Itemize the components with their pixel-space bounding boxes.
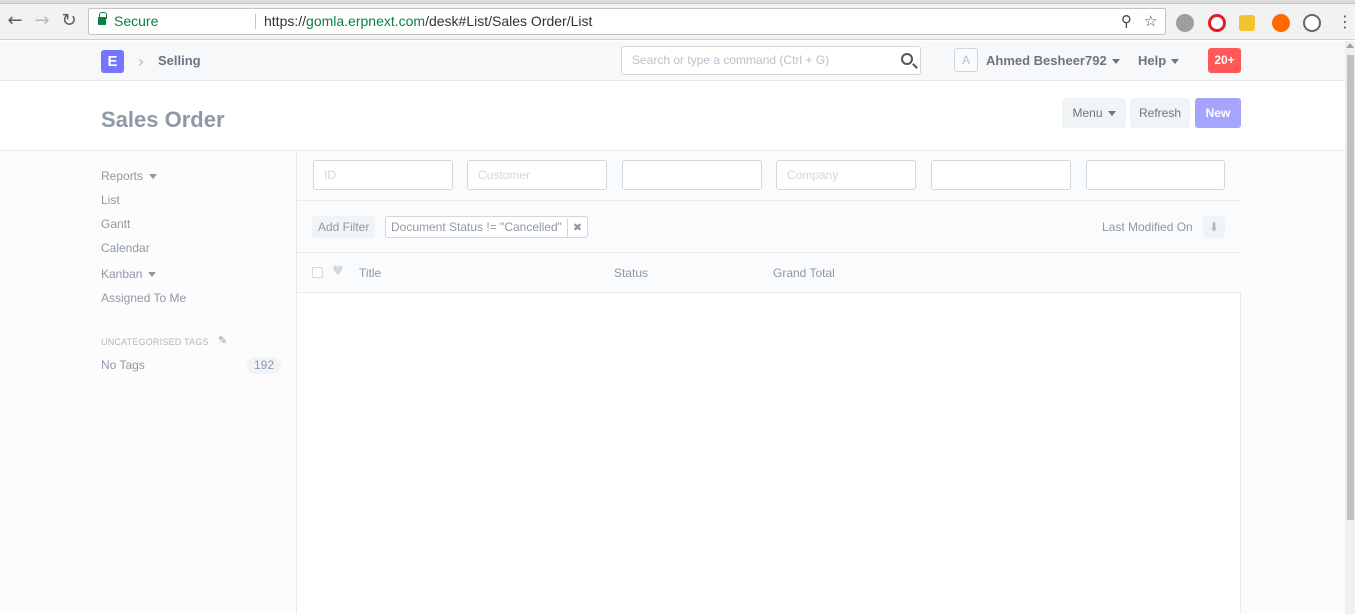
sidebar-item-label: Reports [101, 169, 144, 183]
clock-icon[interactable] [1303, 14, 1321, 32]
sidebar-item-list[interactable]: List [101, 193, 120, 207]
forward-arrow-icon[interactable]: → [31, 10, 53, 32]
filter-input-3[interactable] [622, 160, 762, 190]
key-icon[interactable]: ⚲ [1121, 9, 1132, 34]
caret-down-icon [1111, 59, 1120, 65]
secure-label: Secure [114, 13, 159, 29]
scroll-up-arrow-icon[interactable] [1346, 43, 1354, 48]
search-icon[interactable] [901, 53, 913, 65]
tag-count-badge: 192 [247, 357, 281, 374]
more-menu-icon[interactable]: ⋮ [1334, 11, 1355, 33]
column-grand-total: Grand Total [773, 266, 835, 280]
scrollbar-thumb[interactable] [1347, 55, 1354, 520]
address-divider [255, 14, 256, 29]
url-host: gomla.erpnext.com [306, 13, 426, 29]
reload-icon[interactable]: ↻ [58, 10, 80, 32]
fire-icon[interactable] [1272, 14, 1290, 32]
star-icon[interactable]: ☆ [1144, 9, 1157, 34]
sidebar-item-gantt[interactable]: Gantt [101, 217, 130, 231]
sidebar-item-assigned[interactable]: Assigned To Me [101, 291, 186, 305]
filter-input-5[interactable] [931, 160, 1071, 190]
sidebar-item-reports[interactable]: Reports [101, 169, 158, 183]
menu-label: Menu [1072, 106, 1103, 120]
sort-order-icon[interactable]: ⬇ [1203, 216, 1225, 238]
column-status: Status [614, 266, 649, 280]
caret-down-icon [1171, 59, 1180, 65]
help-label: Help [1138, 53, 1167, 68]
avatar[interactable]: A [954, 48, 978, 72]
id-filter-input[interactable]: ID [313, 160, 453, 190]
breadcrumb[interactable]: Selling [158, 53, 201, 68]
app-logo[interactable]: E [101, 50, 124, 73]
broom-icon[interactable] [1239, 15, 1255, 31]
filter-bar: Add Filter Document Status != "Cancelled… [297, 201, 1241, 253]
caret-down-icon [149, 174, 158, 180]
opera-icon[interactable] [1208, 14, 1226, 32]
caret-down-icon [1107, 111, 1116, 117]
sidebar-item-kanban[interactable]: Kanban [101, 267, 157, 281]
user-menu[interactable]: Ahmed Besheer792 [986, 53, 1120, 68]
list-header: ♥ Title Status Grand Total [297, 253, 1241, 293]
page-title: Sales Order [101, 107, 225, 132]
page-body: Reports List Gantt Calendar Kanban Assig… [0, 151, 1345, 614]
lock-icon [98, 12, 107, 25]
url-scheme: https:// [264, 13, 307, 29]
standard-filters: ID Customer Company [297, 151, 1241, 201]
chevron-right-icon: › [138, 52, 145, 71]
browser-toolbar: ← → ↻ Secure https://gomla.erpnext.com/d… [0, 4, 1355, 40]
sort-field[interactable]: Last Modified On [1102, 220, 1193, 234]
menu-button[interactable]: Menu [1062, 98, 1126, 128]
address-bar[interactable]: Secure https://gomla.erpnext.com/desk#Li… [88, 8, 1166, 35]
sidebar-item-label: Kanban [101, 267, 143, 281]
page-header: Sales Order Menu Refresh New [0, 81, 1345, 151]
new-button[interactable]: New [1195, 98, 1241, 128]
search-placeholder: Search or type a command (Ctrl + G) [632, 53, 830, 67]
heart-icon[interactable]: ♥ [332, 264, 344, 279]
close-icon[interactable]: ✖ [566, 218, 587, 238]
url-path: /desk#List/Sales Order/List [425, 13, 593, 29]
company-filter-input[interactable]: Company [776, 160, 916, 190]
extension-icon[interactable] [1176, 14, 1194, 32]
caret-down-icon [148, 272, 157, 278]
active-filter-chip[interactable]: Document Status != "Cancelled" ✖ [385, 216, 588, 238]
help-menu[interactable]: Help [1138, 53, 1180, 68]
filter-chip-label: Document Status != "Cancelled" [391, 220, 562, 234]
app-navbar: E › Selling Search or type a command (Ct… [0, 41, 1345, 81]
search-input[interactable]: Search or type a command (Ctrl + G) [621, 46, 921, 75]
notification-badge[interactable]: 20+ [1208, 48, 1241, 73]
back-arrow-icon[interactable]: ← [4, 10, 26, 32]
refresh-button[interactable]: Refresh [1130, 98, 1190, 128]
add-filter-button[interactable]: Add Filter [312, 216, 376, 238]
select-all-checkbox[interactable] [312, 267, 323, 278]
pencil-icon[interactable]: ✎ [218, 335, 228, 346]
tags-heading: UNCATEGORISED TAGS [101, 337, 209, 347]
filter-input-6[interactable] [1086, 160, 1225, 190]
user-name: Ahmed Besheer792 [986, 53, 1107, 68]
list-panel: ID Customer Company Add Filter Document … [296, 151, 1241, 614]
column-title: Title [359, 266, 382, 280]
sidebar-item-calendar[interactable]: Calendar [101, 241, 150, 255]
customer-filter-input[interactable]: Customer [467, 160, 607, 190]
url-text[interactable]: https://gomla.erpnext.com/desk#List/Sale… [264, 9, 592, 34]
sidebar-item-no-tags[interactable]: No Tags [101, 358, 145, 372]
